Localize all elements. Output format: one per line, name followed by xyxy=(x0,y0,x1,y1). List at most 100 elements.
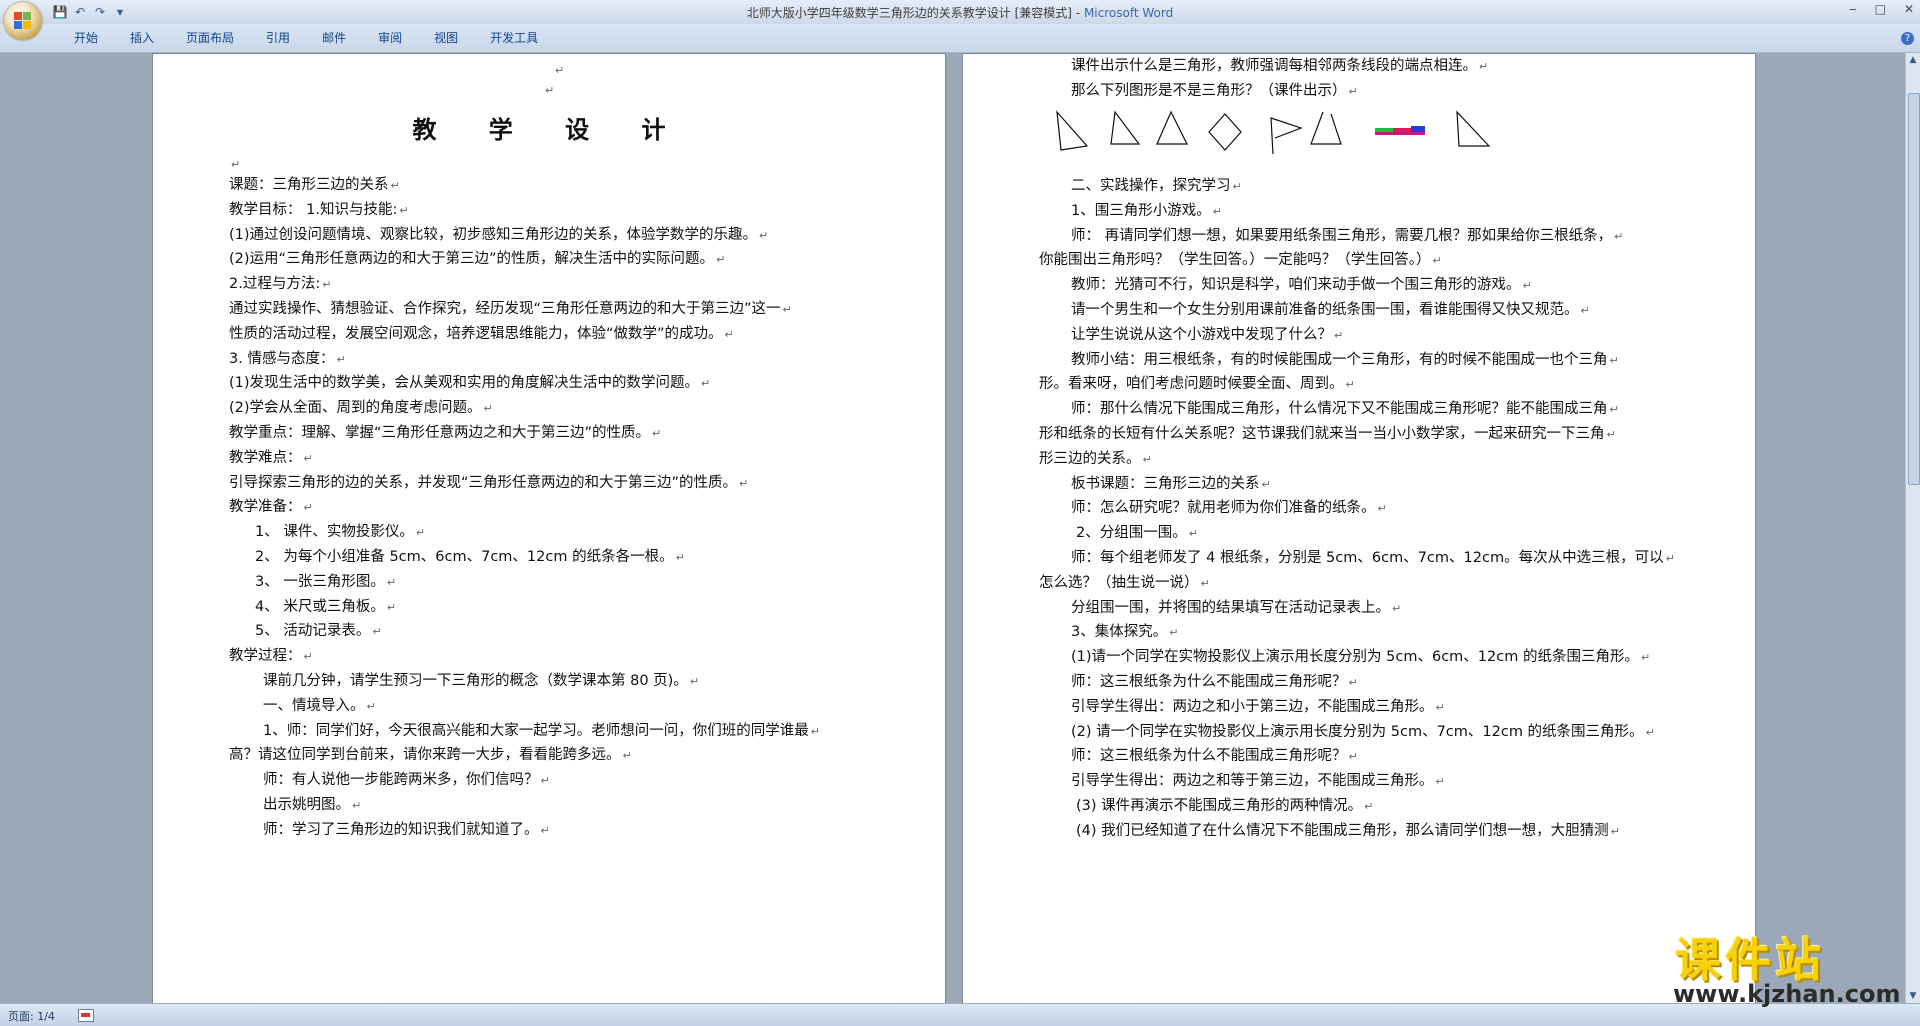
tab-mailings[interactable]: 邮件 xyxy=(306,30,362,46)
paragraph-mark: ↵ xyxy=(386,600,397,614)
paragraph-mark: ↵ xyxy=(1392,601,1402,615)
text-line: 引导探索三角形的边的关系，并发现“三角形任意两边的和大于第三边”的性质。 ↵ xyxy=(229,474,749,491)
text-line: 高？请这位同学到台前来，请你来跨一大步，看看能跨多远。 ↵ xyxy=(229,747,632,764)
figure-diamond xyxy=(1208,113,1242,151)
paragraph-mark: ↵ xyxy=(545,84,555,97)
tab-developer[interactable]: 开发工具 xyxy=(474,30,554,46)
application-name: Microsoft Word xyxy=(1083,6,1174,20)
paragraph-mark: ↵ xyxy=(386,575,397,589)
tab-home[interactable]: 开始 xyxy=(58,30,114,46)
text-line: 师：这三根纸条为什么不能围成三角形呢？ ↵ xyxy=(1071,748,1358,765)
text-line: 形和纸条的长短有什么关系呢？这节课我们就来当一当小小数学家，一起来研究一下三角 ↵ xyxy=(1039,426,1616,442)
paragraph-mark: ↵ xyxy=(399,203,409,217)
window-title: 北师大版小学四年级数学三角形边的关系教学设计 [兼容模式] - Microsof… xyxy=(746,6,1174,20)
maximize-icon[interactable]: □ xyxy=(1875,2,1886,16)
paragraph-mark: ↵ xyxy=(810,724,820,738)
paragraph-mark: ↵ xyxy=(622,749,632,763)
paragraph-mark: ↵ xyxy=(336,352,346,366)
figure-open-triangle xyxy=(1310,111,1342,145)
paragraph-mark: ↵ xyxy=(1348,85,1358,98)
watermark-url: www.kjzhan.com xyxy=(1673,980,1901,1008)
text-line: 形三边的关系。 ↵ xyxy=(1039,450,1152,467)
paragraph-mark: ↵ xyxy=(1435,775,1445,789)
scroll-down-icon[interactable]: ▼ xyxy=(1906,989,1920,1003)
text-line: 请一个男生和一个女生分别用课前准备的纸条围一围，看谁能围得又快又规范。 ↵ xyxy=(1071,302,1590,318)
paragraph-mark: ↵ xyxy=(1212,204,1222,218)
paragraph-mark: ↵ xyxy=(1580,304,1590,317)
text-line: 分组围一围，并将围的结果填写在活动记录表上。 ↵ xyxy=(1071,599,1402,616)
text-line: 1、 课件、实物投影仪。 ↵ xyxy=(255,524,426,541)
scroll-up-icon[interactable]: ▲ xyxy=(1906,53,1920,67)
text-line: 课前几分钟，请学生预习一下三角形的概念（数学课本第 80 页)。 ↵ xyxy=(263,673,700,689)
figure-flag xyxy=(1270,117,1303,155)
paragraph-mark: ↵ xyxy=(1665,552,1675,565)
scrollbar-thumb[interactable] xyxy=(1908,93,1920,485)
paragraph-mark: ↵ xyxy=(1348,676,1358,689)
text-line: 引导学生得出：两边之和小于第三边，不能围成三角形。 ↵ xyxy=(1071,698,1445,715)
document-page-1: ↵ ↵ 教 学 设 计 ↵ 课题：三角形三边的关系 ↵ 教学目标： 1.知识与技能:… xyxy=(152,53,946,1003)
paragraph-mark: ↵ xyxy=(303,501,313,515)
text-line: 教师：光猜可不行，知识是科学，咱们来动手做一个围三角形的游戏。 ↵ xyxy=(1071,277,1532,294)
minimize-icon[interactable]: ‒ xyxy=(1849,2,1857,16)
figure-right-triangle xyxy=(1056,110,1089,151)
paragraph-mark: ↵ xyxy=(652,427,662,440)
paragraph-mark: ↵ xyxy=(724,327,734,341)
tab-page-layout[interactable]: 页面布局 xyxy=(170,30,250,46)
paragraph-mark: ↵ xyxy=(1606,428,1616,441)
paragraph-mark: ↵ xyxy=(1261,477,1271,491)
office-button[interactable] xyxy=(4,2,42,40)
text-line: (2) 请一个同学在实物投影仪上演示用长度分别为 5cm、7cm、12cm 的纸… xyxy=(1071,723,1655,740)
page-indicator[interactable]: 页面: 1/4 xyxy=(8,1008,55,1024)
text-line: (2)运用“三角形任意两边的和大于第三边”的性质，解决生活中的实际问题。 ↵ xyxy=(229,251,726,268)
text-line: (1)请一个同学在实物投影仪上演示用长度分别为 5cm、6cm、12cm 的纸条… xyxy=(1071,649,1651,666)
paragraph-mark: ↵ xyxy=(303,451,313,465)
paragraph-mark: ↵ xyxy=(1609,403,1619,417)
tab-review[interactable]: 审阅 xyxy=(362,30,418,46)
close-icon[interactable]: ✕ xyxy=(1904,2,1914,16)
text-line: 一、情境导入。 ↵ xyxy=(263,697,376,714)
text-line: 教学过程： ↵ xyxy=(229,648,313,665)
paragraph-mark: ↵ xyxy=(1232,180,1242,193)
paragraph-mark: ↵ xyxy=(782,303,792,316)
text-line: (3) 课件再演示不能围成三角形的两种情况。 ↵ xyxy=(1076,798,1374,814)
text-line: 师：那什么情况下能围成三角形，什么情况下又不能围成三角形呢？能不能围成三角 ↵ xyxy=(1071,401,1619,418)
spelling-check-icon[interactable] xyxy=(78,1009,94,1022)
ribbon: 开始 插入 页面布局 引用 邮件 审阅 视图 开发工具 ? xyxy=(0,24,1920,53)
text-line: 3、集体探究。 ↵ xyxy=(1071,624,1179,641)
paragraph-mark: ↵ xyxy=(1522,279,1532,293)
text-line: 师：学习了三角形边的知识我们就知道了。 ↵ xyxy=(263,821,550,838)
text-line: 2.过程与方法: ↵ xyxy=(229,276,332,293)
paragraph-mark: ↵ xyxy=(322,278,332,292)
text-line: 3. 情感与态度： ↵ xyxy=(229,350,346,367)
tab-view[interactable]: 视图 xyxy=(418,30,474,46)
text-line: 师： 再请同学们想一想，如果要用纸条围三角形，需要几根？那如果给你三根纸条， ↵ xyxy=(1071,227,1624,244)
text-line: 5、 活动记录表。 ↵ xyxy=(255,623,382,640)
paragraph-mark: ↵ xyxy=(716,253,726,267)
paragraph-mark: ↵ xyxy=(352,799,362,812)
paragraph-mark: ↵ xyxy=(1645,725,1655,739)
text-line: 怎么选？（抽生说一说） ↵ xyxy=(1039,574,1210,591)
document-name: 北师大版小学四年级数学三角形边的关系教学设计 [兼容模式] xyxy=(746,6,1072,20)
text-line: 引导学生得出：两边之和等于第三边，不能围成三角形。 ↵ xyxy=(1071,773,1445,790)
text-line: 那么下列图形是不是三角形？（课件出示） ↵ xyxy=(1071,83,1358,99)
paragraph-mark: ↵ xyxy=(1640,651,1651,665)
tab-insert[interactable]: 插入 xyxy=(114,30,170,46)
paragraph-mark: ↵ xyxy=(390,179,400,192)
vertical-scrollbar[interactable]: ▲ ▼ xyxy=(1905,53,1920,1003)
tab-references[interactable]: 引用 xyxy=(250,30,306,46)
paragraph-mark: ↵ xyxy=(415,526,426,540)
paragraph-mark: ↵ xyxy=(231,158,241,171)
text-line: 课件出示什么是三角形，教师强调每相邻两条线段的端点相连。 ↵ xyxy=(1071,58,1489,74)
text-line: 教学难点： ↵ xyxy=(229,449,313,466)
help-icon[interactable]: ? xyxy=(1901,32,1914,45)
paragraph-mark: ↵ xyxy=(1610,824,1620,838)
text-line: (1)发现生活中的数学美，会从美观和实用的角度解决生活中的数学问题。 ↵ xyxy=(229,375,711,392)
text-line: 你能围出三角形吗？（学生回答。）一定能吗？（学生回答。） ↵ xyxy=(1039,252,1442,269)
paragraph-mark: ↵ xyxy=(372,625,382,639)
paragraph-mark: ↵ xyxy=(1345,378,1355,392)
paragraph-mark: ↵ xyxy=(1377,502,1387,516)
text-line: (1)通过创设问题情境、观察比较，初步感知三角形边的关系，体验学数学的乐趣。 ↵ xyxy=(229,226,769,243)
paragraph-mark: ↵ xyxy=(1169,626,1179,640)
paragraph-mark: ↵ xyxy=(739,476,749,490)
text-line: 2、 为每个小组准备 5cm、6cm、7cm、12cm 的纸条各一根。 ↵ xyxy=(255,549,685,565)
